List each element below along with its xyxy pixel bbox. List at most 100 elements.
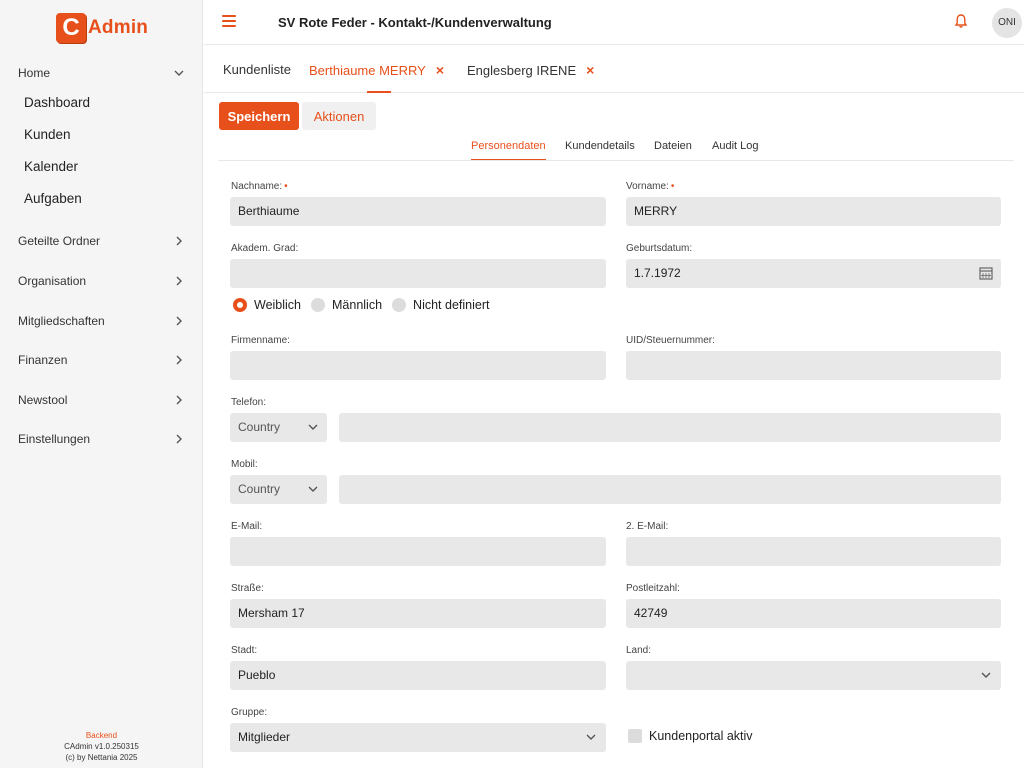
- checkbox-unchecked-icon: [628, 729, 642, 743]
- avatar[interactable]: ONI: [992, 8, 1022, 38]
- detail-subtabs: Personendaten Kundendetails Dateien Audi…: [218, 134, 1014, 161]
- sidebar-item-home[interactable]: Home: [18, 64, 186, 82]
- sidebar-item-dashboard[interactable]: Dashboard: [24, 95, 90, 110]
- tab-label: Kundenliste: [223, 62, 291, 77]
- save-button[interactable]: Speichern: [219, 102, 299, 130]
- sidebar-item-label: Newstool: [18, 393, 68, 407]
- akadem-grad-label: Akadem. Grad:: [231, 243, 299, 254]
- sidebar-item-aufgaben[interactable]: Aufgaben: [24, 191, 82, 206]
- calendar-icon[interactable]: [979, 266, 993, 280]
- copyright-label: (c) by Nettania 2025: [65, 753, 138, 762]
- plz-label: Postleitzahl:: [626, 583, 680, 594]
- version-label: CAdmin v1.0.250315: [64, 742, 139, 751]
- chevron-right-icon: [176, 395, 182, 405]
- strasse-field[interactable]: Mersham 17: [230, 599, 606, 628]
- sidebar-item-finanzen[interactable]: Finanzen: [18, 351, 186, 369]
- tab-berthiaume-merry[interactable]: Berthiaume MERRY ×: [309, 62, 444, 78]
- chevron-right-icon: [176, 434, 182, 444]
- sidebar-item-label: Organisation: [18, 274, 87, 288]
- land-select[interactable]: [626, 661, 1001, 690]
- geburtsdatum-value: 1.7.1972: [634, 266, 681, 280]
- gender-radio-group: Weiblich Männlich Nicht definiert: [233, 298, 499, 312]
- uid-field[interactable]: [626, 351, 1001, 380]
- email2-label: 2. E-Mail:: [626, 521, 669, 532]
- close-icon[interactable]: ×: [586, 62, 594, 78]
- telefon-country-select[interactable]: Country: [230, 413, 327, 442]
- tab-personendaten[interactable]: Personendaten: [471, 140, 546, 152]
- chevron-right-icon: [176, 276, 182, 286]
- active-subtab-indicator: [471, 159, 546, 160]
- sidebar-item-label: Mitgliedschaften: [18, 314, 105, 328]
- nachname-label: Nachname: •: [231, 181, 288, 192]
- geburtsdatum-field[interactable]: 1.7.1972: [626, 259, 1001, 288]
- actions-button[interactable]: Aktionen: [302, 102, 376, 130]
- chevron-down-icon: [174, 70, 184, 76]
- record-tabs: Kundenliste Berthiaume MERRY × Englesber…: [204, 45, 1024, 93]
- email-label: E-Mail:: [231, 521, 263, 532]
- sidebar-item-einstellungen[interactable]: Einstellungen: [18, 430, 186, 448]
- sidebar-item-label: Finanzen: [18, 353, 68, 367]
- tab-kundendetails[interactable]: Kundendetails: [565, 140, 635, 152]
- chevron-down-icon: [308, 424, 318, 430]
- tab-label: Englesberg IRENE: [467, 62, 577, 78]
- radio-unselected-icon: [392, 298, 407, 312]
- stadt-label: Stadt:: [231, 645, 258, 656]
- gruppe-select[interactable]: Mitglieder: [230, 723, 606, 752]
- chevron-down-icon: [586, 734, 596, 740]
- page-title: SV Rote Feder - Kontakt-/Kundenverwaltun…: [278, 15, 552, 30]
- sidebar-footer: Backend CAdmin v1.0.250315 (c) by Nettan…: [0, 730, 203, 763]
- vorname-label: Vorname: •: [626, 181, 675, 192]
- tab-audit-log[interactable]: Audit Log: [712, 140, 758, 152]
- sidebar-item-organisation[interactable]: Organisation: [18, 272, 186, 290]
- sidebar-item-label: Einstellungen: [18, 432, 91, 446]
- strasse-label: Straße:: [231, 583, 264, 594]
- tab-dateien[interactable]: Dateien: [654, 140, 692, 152]
- tab-englesberg-irene[interactable]: Englesberg IRENE ×: [467, 62, 594, 78]
- mobil-number-field[interactable]: [339, 475, 1001, 504]
- geburtsdatum-label: Geburtsdatum:: [626, 243, 693, 254]
- menu-icon[interactable]: [222, 15, 236, 27]
- sidebar-item-kunden[interactable]: Kunden: [24, 127, 71, 142]
- gender-radio-maennlich[interactable]: Männlich: [311, 298, 382, 312]
- sidebar-item-mitgliedschaften[interactable]: Mitgliedschaften: [18, 312, 186, 330]
- nachname-field[interactable]: Berthiaume: [230, 197, 606, 226]
- mobil-country-select[interactable]: Country: [230, 475, 327, 504]
- stadt-field[interactable]: Pueblo: [230, 661, 606, 690]
- email2-field[interactable]: [626, 537, 1001, 566]
- environment-label: Backend: [85, 731, 118, 740]
- firmenname-label: Firmenname:: [231, 335, 290, 346]
- chevron-right-icon: [176, 355, 182, 365]
- firmenname-field[interactable]: [230, 351, 606, 380]
- topbar: SV Rote Feder - Kontakt-/Kundenverwaltun…: [204, 0, 1024, 45]
- app-logo[interactable]: C Admin: [56, 13, 148, 43]
- bell-icon[interactable]: [954, 13, 968, 29]
- tab-label: Berthiaume MERRY: [309, 62, 426, 78]
- radio-unselected-icon: [311, 298, 326, 312]
- logo-text: Admin: [88, 17, 149, 38]
- land-label: Land:: [626, 645, 652, 656]
- chevron-down-icon: [981, 672, 991, 678]
- gender-radio-nicht-definiert[interactable]: Nicht definiert: [392, 298, 489, 312]
- sidebar-item-newstool[interactable]: Newstool: [18, 391, 186, 409]
- radio-selected-icon: [233, 298, 247, 312]
- tab-kundenliste[interactable]: Kundenliste: [223, 62, 291, 77]
- sidebar-item-geteilte-ordner[interactable]: Geteilte Ordner: [18, 232, 186, 250]
- required-mark: •: [284, 181, 288, 192]
- telefon-number-field[interactable]: [339, 413, 1001, 442]
- akadem-grad-field[interactable]: [230, 259, 606, 288]
- gender-radio-weiblich[interactable]: Weiblich: [233, 298, 301, 312]
- mobil-label: Mobil:: [231, 459, 258, 470]
- kundenportal-checkbox[interactable]: Kundenportal aktiv: [628, 729, 753, 743]
- plz-field[interactable]: 42749: [626, 599, 1001, 628]
- email-field[interactable]: [230, 537, 606, 566]
- active-tab-indicator: [367, 91, 391, 93]
- chevron-right-icon: [176, 316, 182, 326]
- vorname-field[interactable]: MERRY: [626, 197, 1001, 226]
- close-icon[interactable]: ×: [436, 62, 444, 78]
- required-mark: •: [670, 181, 675, 192]
- logo-mark: C: [56, 13, 86, 43]
- sidebar-item-kalender[interactable]: Kalender: [24, 159, 78, 174]
- gruppe-label: Gruppe:: [231, 707, 268, 718]
- chevron-right-icon: [176, 236, 182, 246]
- chevron-down-icon: [308, 486, 318, 492]
